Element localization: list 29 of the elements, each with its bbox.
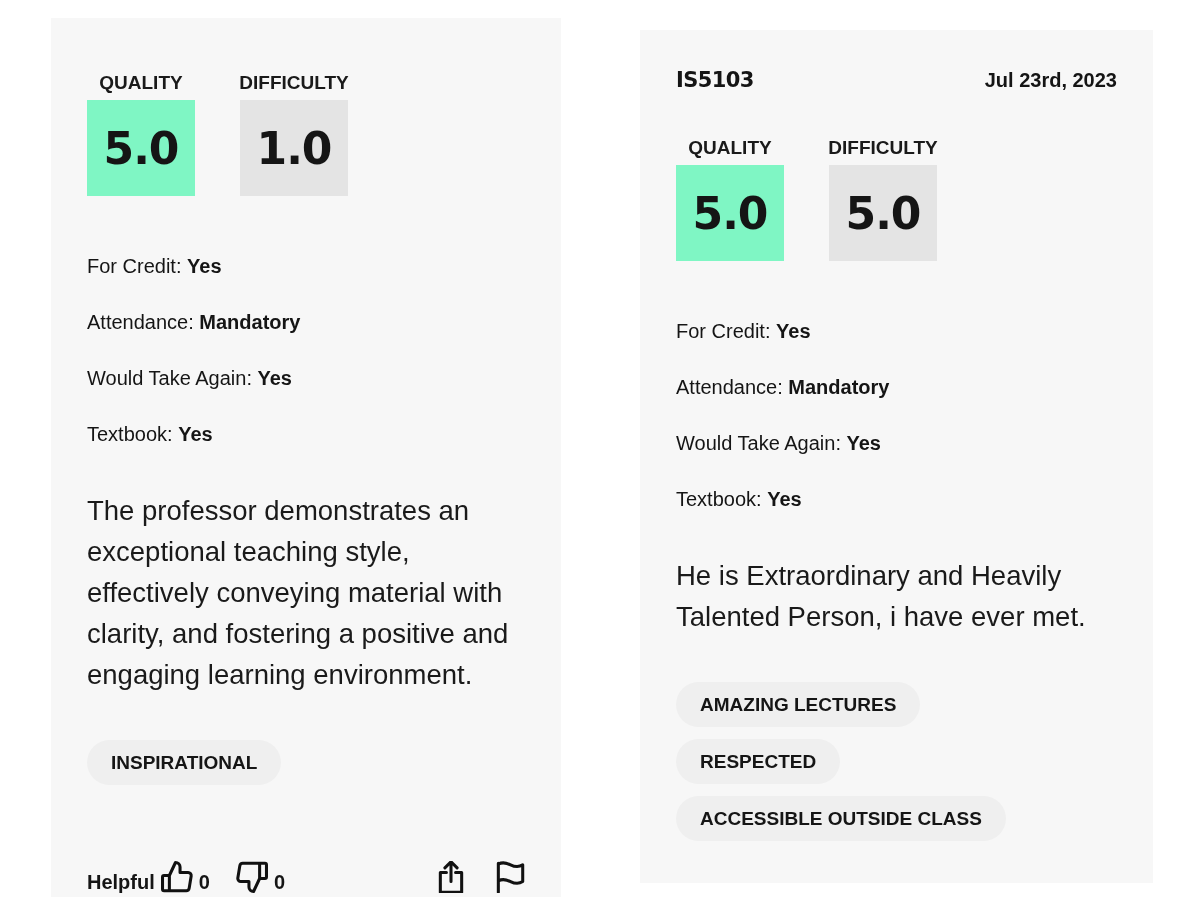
detail-text: For Credit: Yes: [87, 254, 222, 278]
helpful-label: Helpful: [87, 871, 155, 893]
review-comment: The professor demonstrates an exceptional teaching style, effectively conveying material with clarity, and fostering a positive and engaging learning environment.: [87, 494, 510, 692]
rating-score: 5.0: [87, 100, 195, 196]
rating-score: 5.0: [829, 165, 937, 261]
rating-label: QUALITY: [688, 136, 772, 160]
dislike-count: 0: [273, 871, 286, 893]
detail-text: Textbook: Yes: [676, 487, 802, 511]
course-code: IS5103: [676, 68, 754, 92]
rating-label: QUALITY: [99, 71, 183, 95]
tag-pill: AMAZING LECTURES: [676, 682, 921, 727]
detail-text: Would Take Again: Yes: [676, 431, 881, 455]
detail-text: Attendance: Mandatory: [676, 375, 890, 399]
rating-score: 1.0: [240, 100, 348, 196]
rating-label: DIFFICULTY: [828, 136, 938, 160]
detail-text: For Credit: Yes: [676, 319, 811, 343]
tag-pill: INSPIRATIONAL: [87, 740, 282, 785]
like-count: 0: [198, 871, 210, 893]
rating-score: 5.0: [676, 165, 784, 261]
tag-pill: ACCESSIBLE OUTSIDE CLASS: [676, 796, 1006, 841]
detail-text: Textbook: Yes: [87, 422, 213, 446]
thumbs-up-icon[interactable]: [160, 861, 193, 893]
rating-label: DIFFICULTY: [239, 71, 349, 95]
tag-pill: RESPECTED: [676, 739, 841, 784]
detail-text: Attendance: Mandatory: [87, 310, 301, 334]
detail-text: Would Take Again: Yes: [87, 366, 292, 390]
thumbs-down-icon[interactable]: [235, 861, 268, 893]
review-date: Jul 23rd, 2023: [984, 68, 1117, 92]
review-comment: He is Extraordinary and Heavily Talented Person, i have ever met.: [676, 559, 1087, 634]
